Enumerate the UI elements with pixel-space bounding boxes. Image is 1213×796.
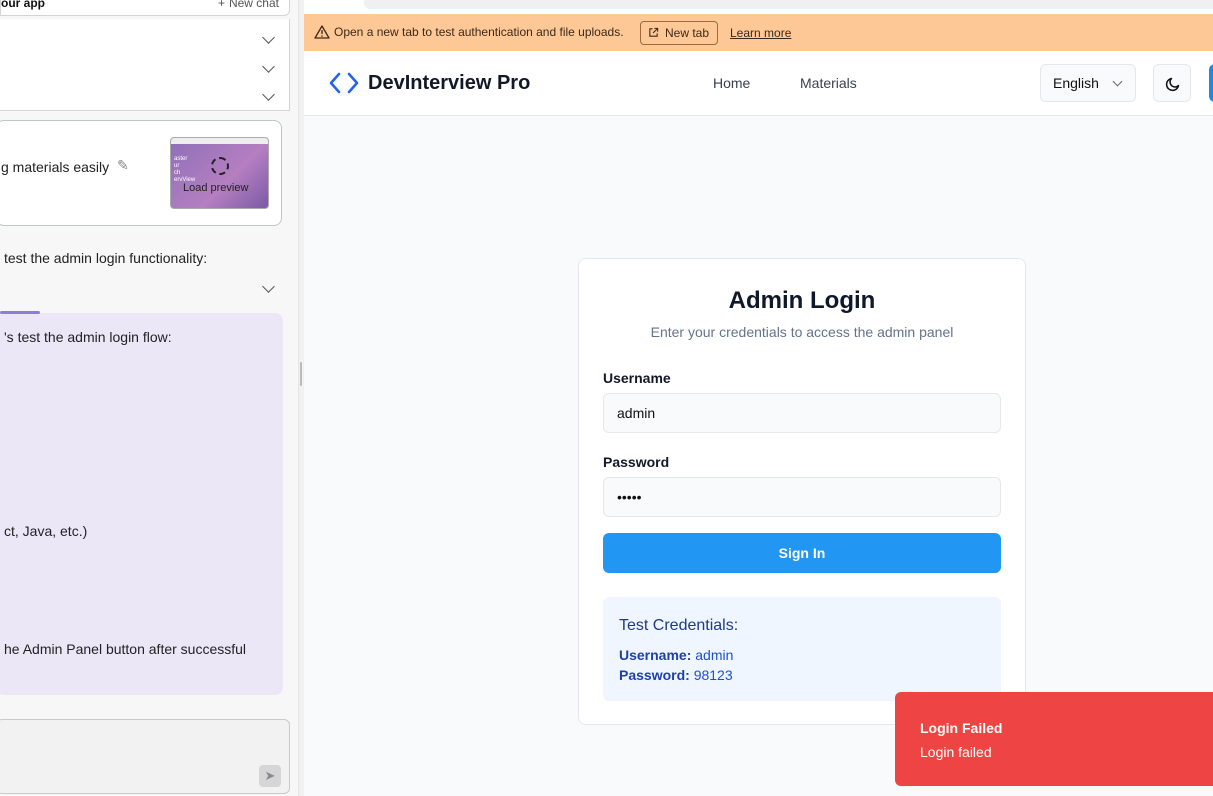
new-chat-label: New chat [228, 0, 279, 10]
new-chat-button[interactable]: + New chat [218, 0, 279, 10]
chat-input[interactable]: ➤ [0, 719, 290, 794]
plus-icon: + [217, 0, 225, 10]
external-link-icon [649, 27, 659, 37]
code-brackets-icon[interactable] [328, 71, 360, 95]
chevron-down-icon[interactable] [262, 280, 275, 293]
chevron-down-icon[interactable] [262, 60, 275, 73]
spinner-icon [211, 157, 229, 175]
nav-materials[interactable]: Materials [800, 75, 857, 91]
login-card: Admin Login Enter your credentials to ac… [578, 258, 1026, 725]
chat-header: our app + New chat [0, 0, 290, 16]
error-toast[interactable]: Login Failed Login failed [895, 692, 1213, 786]
test-credentials-box: Test Credentials: Username: admin Passwo… [603, 597, 1001, 701]
load-preview-label: Load preview [183, 182, 249, 194]
project-title: our app [1, 0, 45, 10]
language-select[interactable]: English [1040, 64, 1136, 102]
credentials-username-value: admin [695, 647, 734, 663]
chevron-down-icon[interactable] [262, 31, 275, 44]
preview-card-text: g materials easily [1, 159, 110, 175]
thumbnail-browser-bar [171, 138, 268, 144]
chevron-down-icon[interactable] [262, 88, 275, 101]
bubble-accent [0, 311, 40, 314]
credentials-username-key: Username: [619, 647, 692, 663]
toast-message: Login failed [920, 744, 992, 760]
nav-action-button[interactable] [1209, 64, 1213, 102]
credentials-password: Password: 98123 [619, 667, 733, 683]
url-bar[interactable] [304, 0, 1213, 14]
username-label: Username [603, 370, 671, 386]
thumbnail-text: aster ur ch ervView [174, 156, 196, 183]
app-preview: Open a new tab to test authentication an… [304, 0, 1213, 796]
language-value: English [1053, 75, 1099, 91]
url-field[interactable] [364, 0, 1213, 9]
preview-thumbnail[interactable]: aster ur ch ervView Load preview [170, 137, 269, 209]
navbar: DevInterview Pro Home Materials English [304, 51, 1213, 116]
chat-message: test the admin login functionality: [4, 250, 208, 266]
credentials-title: Test Credentials: [619, 617, 739, 634]
theme-toggle-button[interactable] [1153, 64, 1191, 102]
username-input[interactable]: admin [603, 393, 1001, 433]
send-icon: ➤ [264, 768, 276, 783]
nav-home[interactable]: Home [713, 75, 750, 91]
chat-message: he Admin Panel button after successful [4, 641, 247, 657]
toast-title: Login Failed [920, 720, 1003, 736]
password-label: Password [603, 454, 670, 470]
chat-message: 's test the admin login flow: [4, 329, 172, 345]
new-tab-label: New tab [665, 26, 710, 40]
credentials-username: Username: admin [619, 647, 733, 663]
credentials-password-value: 98123 [693, 667, 733, 683]
chevron-down-icon [1112, 76, 1123, 87]
warning-text: Open a new tab to test authentication an… [334, 25, 624, 39]
moon-icon [1165, 77, 1180, 92]
login-title: Admin Login [728, 287, 876, 314]
learn-more-link[interactable]: Learn more [730, 26, 791, 40]
credentials-password-key: Password: [619, 667, 690, 683]
steps-list [0, 19, 290, 111]
warning-icon [314, 25, 330, 39]
warning-banner: Open a new tab to test authentication an… [304, 14, 1213, 51]
assistant-message-bubble [0, 313, 283, 695]
send-button[interactable]: ➤ [259, 765, 281, 787]
resize-handle[interactable] [300, 362, 302, 386]
preview-card[interactable]: g materials easily ✎ aster ur ch ervView… [0, 120, 282, 226]
chat-message: ct, Java, etc.) [4, 523, 88, 539]
password-input[interactable]: ••••• [603, 477, 1001, 517]
brand-name[interactable]: DevInterview Pro [368, 72, 530, 95]
new-tab-button[interactable]: New tab [640, 21, 719, 45]
pencil-icon[interactable]: ✎ [117, 157, 129, 174]
login-subtitle: Enter your credentials to access the adm… [650, 324, 954, 340]
chat-panel: our app + New chat g materials easily ✎ a… [0, 0, 298, 796]
sign-in-button[interactable]: Sign In [603, 533, 1001, 573]
